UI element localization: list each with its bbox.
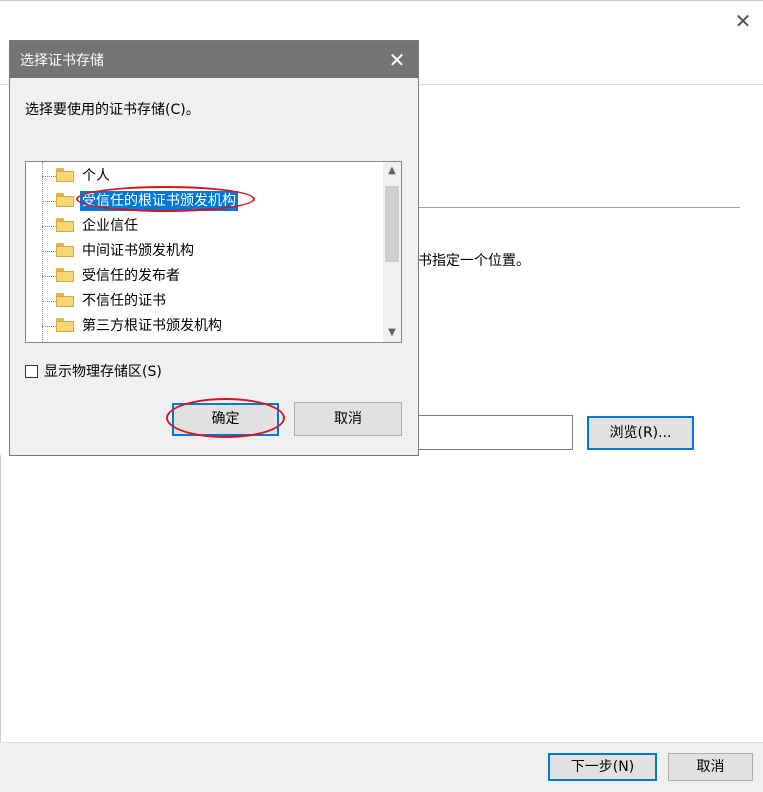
- dialog-close-icon[interactable]: ✕: [382, 45, 412, 75]
- tree-item-label: 受信任的发布者: [82, 268, 180, 284]
- tree-item-third-party-root[interactable]: 第三方根证书颁发机构: [26, 314, 381, 338]
- select-certificate-store-dialog: 选择证书存储 ✕ 选择要使用的证书存储(C)。 个人 受信任的根证书颁发机构 企…: [9, 40, 419, 456]
- dialog-cancel-button[interactable]: 取消: [294, 402, 402, 436]
- tree-item-label: 第三方根证书颁发机构: [82, 318, 222, 334]
- window-left-border: [0, 455, 1, 742]
- tree-branch-line: [42, 251, 56, 252]
- folder-icon: [56, 243, 74, 257]
- tree-item-label-selected: 受信任的根证书颁发机构: [80, 191, 238, 211]
- tree-branch-line: [42, 276, 56, 277]
- scroll-up-icon[interactable]: ▲: [383, 162, 401, 180]
- tree-item-personal[interactable]: 个人: [26, 164, 381, 188]
- scroll-down-icon[interactable]: ▼: [383, 324, 401, 342]
- ok-button[interactable]: 确定: [172, 403, 279, 436]
- folder-icon: [56, 268, 74, 282]
- dialog-title: 选择证书存储: [20, 53, 104, 69]
- wizard-cancel-button[interactable]: 取消: [668, 753, 753, 781]
- tree-item-label: 中间证书颁发机构: [82, 243, 194, 259]
- tree-scrollbar[interactable]: ▲ ▼: [383, 162, 401, 342]
- window-top-border: [0, 0, 763, 1]
- certificate-store-tree[interactable]: 个人 受信任的根证书颁发机构 企业信任 中间证书颁发机构 受信任的发布者 不信任…: [25, 161, 402, 343]
- wizard-close-icon[interactable]: ✕: [730, 8, 756, 34]
- show-physical-stores-checkbox[interactable]: [25, 365, 38, 378]
- tree-item-intermediate-ca[interactable]: 中间证书颁发机构: [26, 239, 381, 263]
- store-path-input[interactable]: [418, 415, 573, 450]
- scroll-thumb[interactable]: [385, 186, 399, 262]
- tree-item-label: 不信任的证书: [82, 293, 166, 309]
- tree-branch-line: [42, 326, 56, 327]
- folder-icon: [56, 193, 74, 207]
- tree-branch-line: [42, 176, 56, 177]
- show-physical-stores-label: 显示物理存储区(S): [44, 364, 162, 380]
- wizard-description: 书指定一个位置。: [418, 253, 530, 269]
- tree-branch-line: [42, 201, 56, 202]
- folder-icon: [56, 168, 74, 182]
- tree-item-trusted-root[interactable]: 受信任的根证书颁发机构: [26, 189, 381, 213]
- tree-item-enterprise-trust[interactable]: 企业信任: [26, 214, 381, 238]
- dialog-prompt: 选择要使用的证书存储(C)。: [25, 102, 200, 118]
- content-divider: [418, 207, 740, 208]
- tree-item-untrusted[interactable]: 不信任的证书: [26, 289, 381, 313]
- tree-item-trusted-publishers[interactable]: 受信任的发布者: [26, 264, 381, 288]
- folder-icon: [56, 218, 74, 232]
- folder-icon: [56, 318, 74, 332]
- tree-item-label: 企业信任: [82, 218, 138, 234]
- tree-branch-line: [42, 301, 56, 302]
- tree-item-label: 个人: [82, 168, 110, 184]
- browse-button[interactable]: 浏览(R)...: [587, 416, 694, 450]
- dialog-titlebar: 选择证书存储 ✕: [10, 41, 418, 78]
- tree-branch-line: [42, 226, 56, 227]
- next-button[interactable]: 下一步(N): [548, 753, 657, 781]
- folder-icon: [56, 293, 74, 307]
